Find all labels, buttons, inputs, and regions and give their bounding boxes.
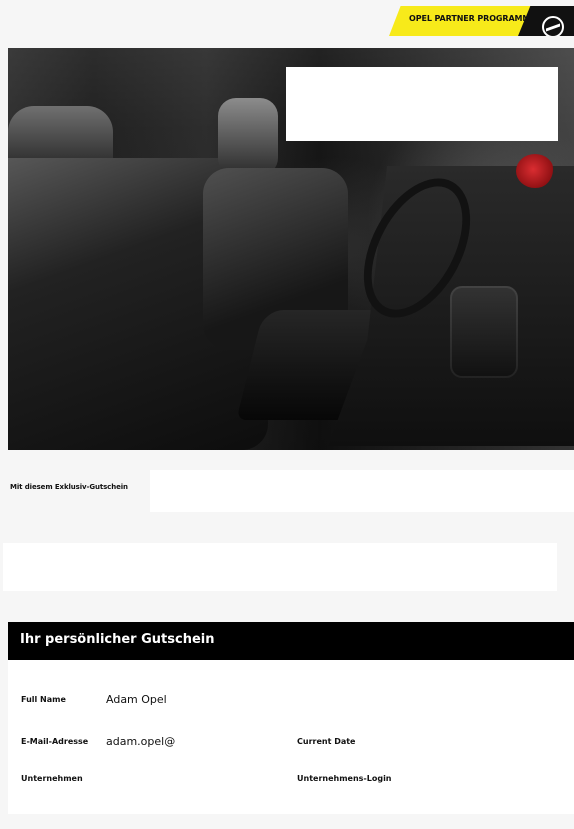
email-label: E-Mail-Adresse (21, 737, 89, 746)
partner-program-logo: OPEL PARTNER PROGRAMM (389, 6, 534, 36)
red-exterior-accent-image-detail (516, 154, 554, 188)
company-label: Unternehmen (21, 774, 83, 783)
opel-emblem-icon (542, 16, 564, 36)
email-value: adam.opel@ (106, 735, 176, 748)
voucher-card: Ihr persönlicher Gutschein Full Name Ada… (8, 622, 574, 814)
current-date-label: Current Date (297, 737, 356, 746)
hero-image (8, 48, 574, 450)
voucher-card-header: Ihr persönlicher Gutschein (8, 622, 574, 660)
infotainment-screen-image-detail (450, 286, 518, 378)
page-header: OPEL PARTNER PROGRAMM (0, 0, 574, 46)
hero-overlay-box (286, 67, 558, 141)
intro-text: Mit diesem Exklusiv-Gutschein (10, 483, 128, 491)
full-name-value: Adam Opel (106, 693, 167, 706)
empty-content-box (3, 543, 557, 591)
partner-program-logo-text: OPEL PARTNER PROGRAMM (409, 14, 531, 23)
full-name-label: Full Name (21, 695, 66, 704)
intro-text-box (150, 470, 574, 512)
voucher-title: Ihr persönlicher Gutschein (20, 632, 215, 647)
company-login-label: Unternehmens-Login (297, 774, 392, 783)
middle-headrest-image-detail (218, 98, 278, 176)
